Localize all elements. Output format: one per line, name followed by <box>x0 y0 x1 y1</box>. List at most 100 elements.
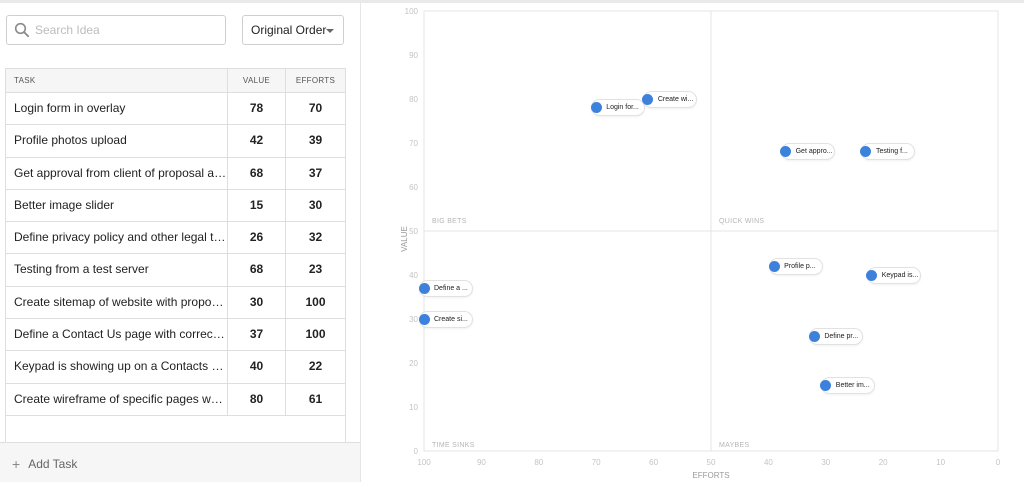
task-name[interactable]: Profile photos upload <box>6 125 228 157</box>
task-bubble-label: Create si... <box>434 315 468 323</box>
x-tick-label: 70 <box>592 458 601 467</box>
data-point[interactable] <box>418 313 430 325</box>
chevron-down-icon <box>326 29 334 33</box>
y-tick-label: 20 <box>409 359 418 368</box>
data-point[interactable] <box>820 379 832 391</box>
quadrant-label-big-bets: BIG BETS <box>432 218 467 225</box>
x-tick-label: 100 <box>417 458 431 467</box>
x-tick-label: 90 <box>477 458 486 467</box>
table-row[interactable]: Define privacy policy and other legal te… <box>6 222 345 255</box>
table-row[interactable]: Create wireframe of specific pages which… <box>6 383 345 416</box>
table-row[interactable]: Testing from a test server 68 23 <box>6 254 345 287</box>
task-value[interactable]: 15 <box>228 189 286 222</box>
task-value[interactable]: 68 <box>228 254 286 286</box>
task-efforts[interactable]: 39 <box>286 125 345 156</box>
task-name[interactable]: Create sitemap of website with proposed … <box>6 286 228 319</box>
header-value[interactable]: VALUE <box>228 69 286 92</box>
y-tick-label: 50 <box>409 227 418 236</box>
task-bubble-label: Define pr... <box>824 333 859 341</box>
task-name[interactable]: Login form in overlay <box>6 93 228 125</box>
table-row[interactable]: Better image slider 15 30 <box>6 189 345 223</box>
priority-matrix-chart: 0 10 20 30 40 50 60 70 80 90 100 100 90 80 70 60 50 40 30 2… <box>361 3 1024 482</box>
task-efforts[interactable]: 30 <box>286 190 345 221</box>
quadrant-label-maybes: MAYBES <box>719 442 749 449</box>
task-value[interactable]: 42 <box>228 125 286 157</box>
task-efforts[interactable]: 70 <box>286 93 345 124</box>
y-tick-label: 70 <box>409 139 418 148</box>
chart-canvas: 0102030405060708090100100 90 80 70 60 50 40 30 2… <box>400 7 1001 480</box>
y-tick-label: 40 <box>409 271 418 280</box>
table-row[interactable]: Define a Contact Us page with correct cl… <box>6 319 345 352</box>
y-axis-label: VALUE <box>400 226 409 252</box>
task-value[interactable]: 40 <box>228 351 286 383</box>
task-value[interactable]: 37 <box>228 319 286 351</box>
search-input[interactable] <box>35 20 220 40</box>
table-row[interactable]: Profile photos upload 42 39 <box>6 125 345 158</box>
x-tick-label: 60 <box>649 458 658 467</box>
header-task[interactable]: TASK <box>6 69 228 92</box>
add-task-button[interactable]: + Add Task <box>12 457 77 471</box>
search-box[interactable] <box>6 15 226 45</box>
add-task-label: Add Task <box>28 457 78 471</box>
quadrant-label-quick-wins: QUICK WINS <box>719 218 764 225</box>
task-bubble-label: Login for... <box>606 104 639 112</box>
x-axis-label: EFFORTS <box>692 471 729 480</box>
x-tick-label: 40 <box>764 458 773 467</box>
task-value[interactable]: 78 <box>228 93 286 125</box>
y-tick-label: 10 <box>409 403 418 412</box>
table-row[interactable]: Login form in overlay 78 70 <box>6 93 345 126</box>
task-name[interactable]: Define a Contact Us page with correct cl… <box>6 319 228 351</box>
y-tick-label: 30 <box>409 315 418 324</box>
task-value[interactable]: 26 <box>228 222 286 254</box>
task-value[interactable]: 68 <box>228 157 286 189</box>
task-name[interactable]: Testing from a test server <box>6 254 228 286</box>
sort-order-select[interactable]: Original Order <box>242 15 344 45</box>
task-efforts[interactable]: 100 <box>286 287 345 318</box>
task-name[interactable]: Get approval from client of proposal and… <box>6 157 228 189</box>
y-tick-label: 80 <box>409 95 418 104</box>
data-point[interactable] <box>768 260 780 272</box>
task-efforts[interactable]: 22 <box>286 351 345 382</box>
data-point[interactable] <box>866 269 878 281</box>
task-name[interactable]: Define privacy policy and other legal te… <box>6 222 228 254</box>
table-header: TASK VALUE EFFORTS <box>6 69 345 93</box>
sort-order-label: Original Order <box>251 23 327 37</box>
table-footer: + Add Task <box>0 442 360 482</box>
task-efforts[interactable]: 23 <box>286 254 345 285</box>
task-bubble-label: Create wi... <box>657 95 694 103</box>
task-value[interactable]: 30 <box>228 286 286 319</box>
x-tick-label: 80 <box>534 458 543 467</box>
task-value[interactable]: 80 <box>228 383 286 415</box>
x-tick-label: 0 <box>996 458 1001 467</box>
task-bubble-label: Keypad is... <box>881 271 919 279</box>
search-icon <box>14 22 30 38</box>
quadrant-label-time-sinks: TIME SINKS <box>432 442 475 449</box>
data-point[interactable] <box>808 331 820 343</box>
task-panel: Original Order TASK VALUE EFFORTS Login … <box>0 3 361 482</box>
task-bubble-label: Better im... <box>835 381 870 389</box>
task-name[interactable]: Better image slider <box>6 189 228 222</box>
task-efforts[interactable]: 100 <box>286 319 345 350</box>
task-bubble-label: Testing f... <box>875 148 908 156</box>
data-point[interactable] <box>642 93 654 105</box>
data-point[interactable] <box>418 282 430 294</box>
task-efforts[interactable]: 61 <box>286 384 345 415</box>
y-tick-label: 90 <box>409 51 418 60</box>
y-tick-label: 100 <box>405 7 419 16</box>
table-row[interactable]: Create sitemap of website with proposed … <box>6 286 345 320</box>
header-efforts[interactable]: EFFORTS <box>286 69 345 92</box>
task-efforts[interactable]: 37 <box>286 158 345 189</box>
task-name[interactable]: Create wireframe of specific pages which… <box>6 383 228 415</box>
x-tick-label: 20 <box>879 458 888 467</box>
table-row[interactable]: Keypad is showing up on a Contacts scree… <box>6 351 345 384</box>
task-bubble-label: Define a ... <box>434 284 468 292</box>
x-tick-label: 30 <box>821 458 830 467</box>
task-name[interactable]: Keypad is showing up on a Contacts scree… <box>6 351 228 383</box>
task-table: TASK VALUE EFFORTS Login form in overlay… <box>5 68 346 444</box>
task-bubble-label: Profile p... <box>784 262 816 270</box>
task-efforts[interactable]: 32 <box>286 222 345 253</box>
data-point[interactable] <box>590 102 602 114</box>
y-tick-label: 60 <box>409 183 418 192</box>
table-row[interactable]: Get approval from client of proposal and… <box>6 157 345 190</box>
table-body: Login form in overlay 78 70 Profile photos … <box>6 93 345 416</box>
